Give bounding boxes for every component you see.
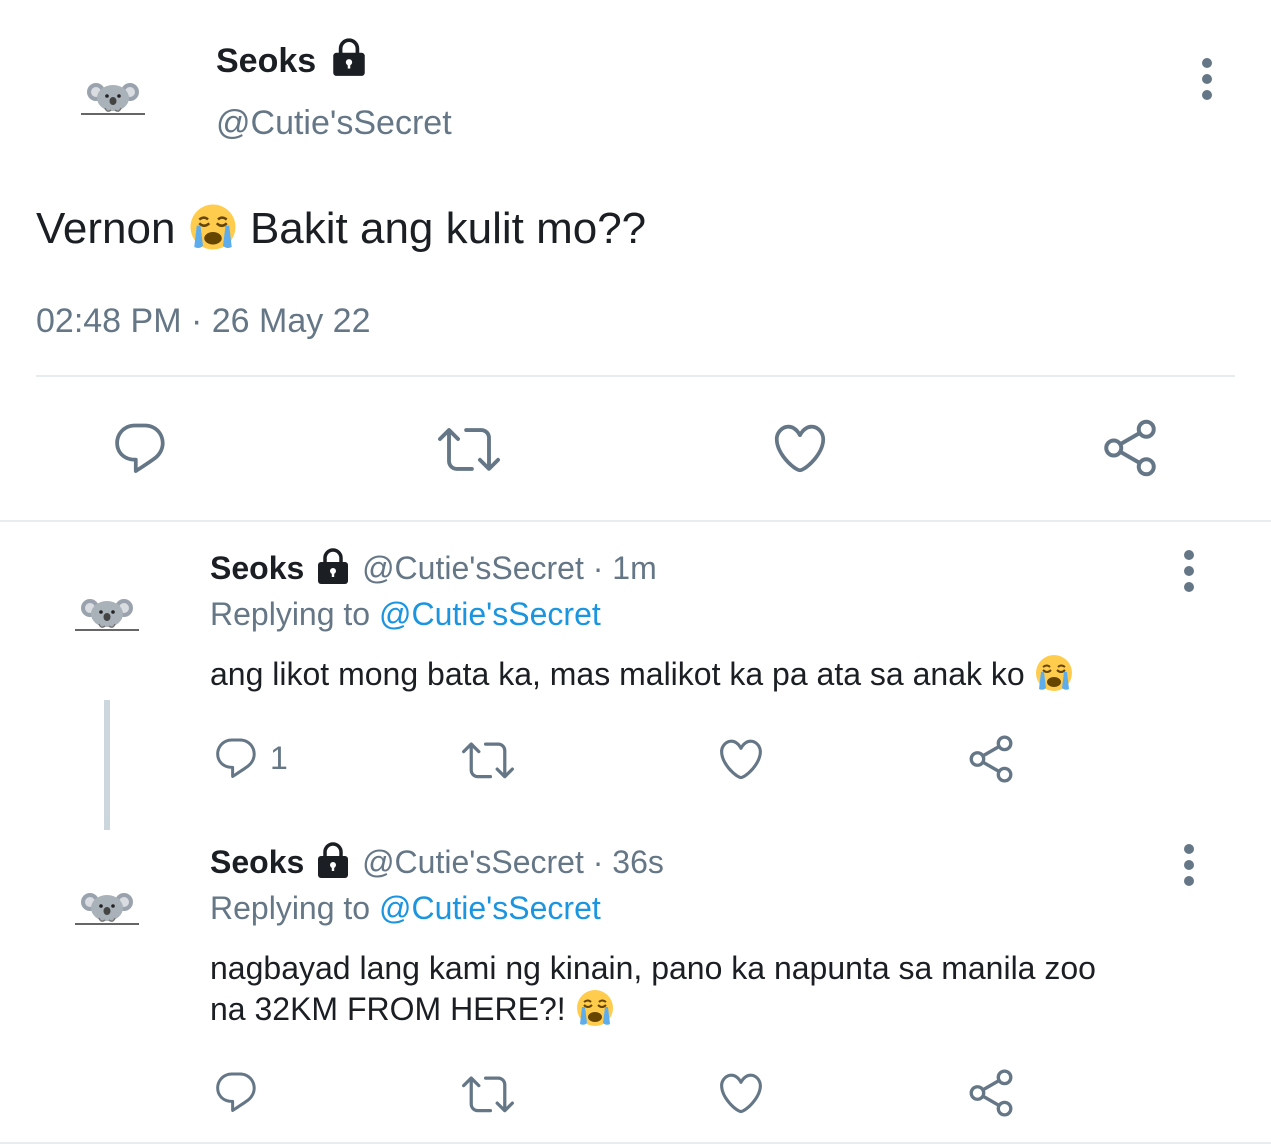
avatar-koala[interactable] [78,78,148,122]
tweet-text-line: nagbayad lang kami ng kinain, pano ka na… [210,950,1096,986]
reply-count: 1 [270,739,288,776]
reply-button[interactable]: 1 [212,734,288,782]
retweet-icon [462,1068,514,1120]
replying-to: Replying to @Cutie'sSecret [210,890,601,927]
share-button[interactable] [966,1068,1016,1118]
tweet-text-part: ang likot mong bata ka, mas malikot ka p… [210,656,1025,692]
like-button[interactable] [770,418,830,478]
more-dot [1184,582,1194,592]
crying-face-emoji [1034,653,1074,693]
more-dot [1184,550,1194,560]
display-name[interactable]: Seoks [210,844,304,880]
reply-button[interactable] [110,418,170,478]
like-button[interactable] [716,1068,766,1118]
share-button[interactable] [966,734,1016,784]
thread-line [104,700,110,830]
lock-icon [313,546,353,586]
replying-to-label: Replying to [210,890,371,926]
lock-icon [313,840,353,880]
retweet-button[interactable] [438,418,500,480]
tweet-text: Vernon Bakit ang kulit mo?? [36,204,646,254]
reply-icon [110,418,170,478]
share-icon [966,1068,1016,1118]
tweet-text-part: Bakit ang kulit mo?? [249,204,647,253]
avatar-koala[interactable] [72,594,142,638]
more-options-button[interactable] [1184,550,1194,592]
like-button[interactable] [716,734,766,784]
bottom-divider [0,1142,1271,1144]
retweet-icon [462,734,514,786]
more-options-button[interactable] [1184,844,1194,886]
replying-to: Replying to @Cutie'sSecret [210,596,601,633]
reply-button[interactable] [212,1068,260,1116]
section-divider [0,520,1271,522]
more-dot [1184,566,1194,576]
more-dot [1184,876,1194,886]
handle[interactable]: @Cutie'sSecret [362,844,584,880]
more-dot [1202,58,1212,68]
share-icon [966,734,1016,784]
relative-time[interactable]: · 1m [593,550,657,586]
share-icon [1100,418,1160,478]
more-dot [1202,90,1212,100]
replying-to-label: Replying to [210,596,371,632]
replying-to-link[interactable]: @Cutie'sSecret [379,596,601,632]
heart-icon [770,418,830,478]
tweet-text: nagbayad lang kami ng kinain, pano ka na… [210,950,1096,1028]
tweet-text-line: na 32KM FROM HERE?! [210,991,566,1027]
lock-icon [328,36,370,78]
more-dot [1184,844,1194,854]
heart-icon [716,734,766,784]
more-dot [1184,860,1194,870]
display-name[interactable]: Seoks [216,42,316,80]
handle[interactable]: @Cutie'sSecret [216,104,452,143]
reply-icon [212,734,260,782]
display-name[interactable]: Seoks [210,550,304,586]
reply-icon [212,1068,260,1116]
retweet-button[interactable] [462,734,514,786]
tweet-text-part: Vernon [36,204,176,253]
share-button[interactable] [1100,418,1160,478]
retweet-icon [438,418,500,480]
avatar-koala[interactable] [72,888,142,932]
handle[interactable]: @Cutie'sSecret [362,550,584,586]
relative-time[interactable]: · 36s [593,844,664,880]
tweet-text: ang likot mong bata ka, mas malikot ka p… [210,656,1074,693]
retweet-button[interactable] [462,1068,514,1120]
divider [36,375,1235,377]
more-dot [1202,74,1212,84]
crying-face-emoji [575,988,615,1028]
replying-to-link[interactable]: @Cutie'sSecret [379,890,601,926]
crying-face-emoji [188,202,238,252]
more-options-button[interactable] [1202,58,1212,100]
heart-icon [716,1068,766,1118]
timestamp[interactable]: 02:48 PM · 26 May 22 [36,302,371,341]
